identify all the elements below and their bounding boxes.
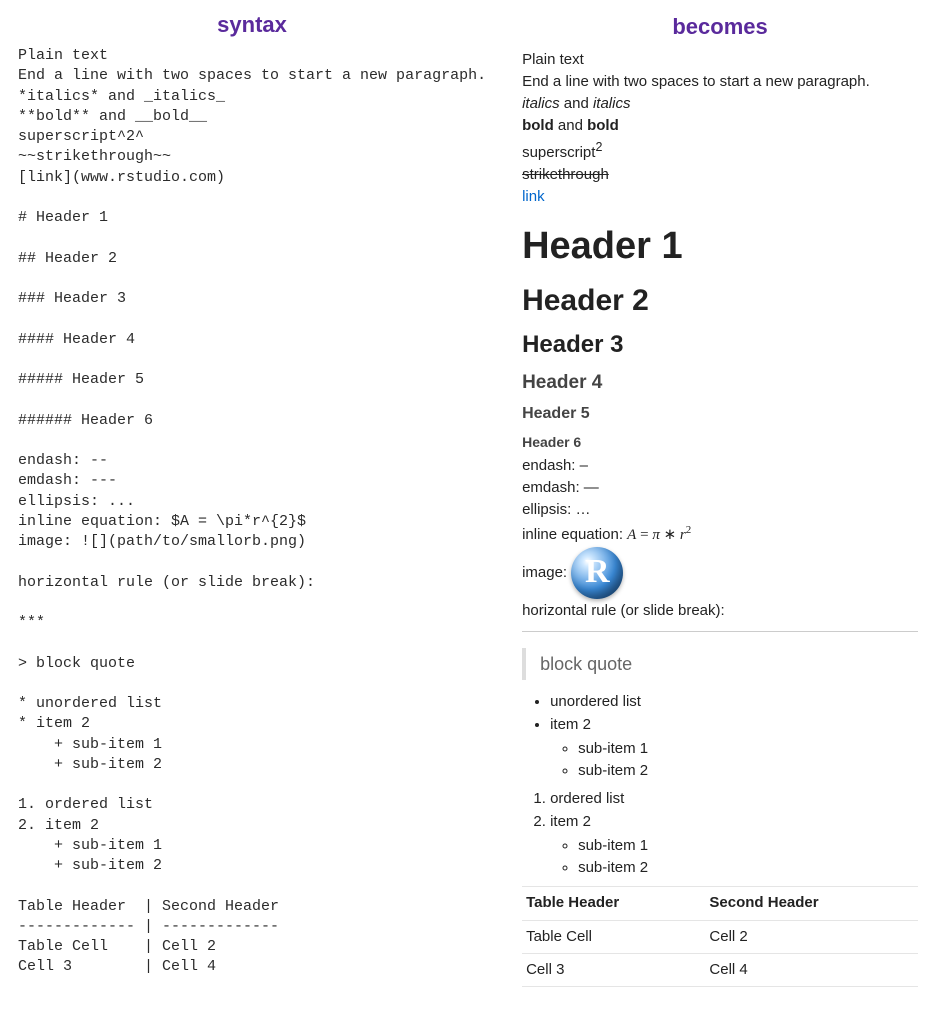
table-cell: Cell 4 [705, 953, 918, 986]
rendered-link[interactable]: link [522, 188, 545, 205]
table-row: Table Cell Cell 2 [522, 920, 918, 953]
link-line: link [522, 187, 918, 207]
ellipsis-line: ellipsis: … [522, 500, 918, 520]
table-header-row: Table Header Second Header [522, 887, 918, 920]
list-item: item 2 sub-item 1 sub-item 2 [550, 715, 918, 782]
syntax-code-block: Plain text End a line with two spaces to… [18, 46, 486, 978]
horizontal-rule [522, 631, 918, 632]
emdash-line: emdash: — [522, 478, 918, 498]
endash-line: endash: – [522, 456, 918, 476]
bold-line: bold and bold [522, 116, 918, 136]
header-4: Header 4 [522, 370, 918, 396]
list-item: sub-item 1 [578, 836, 918, 856]
equation: A = π ∗ r2 [627, 527, 691, 543]
italics-word-1: italics [522, 95, 560, 112]
ordered-list: ordered list item 2 sub-item 1 sub-item … [522, 789, 918, 878]
superscript-value: 2 [595, 140, 602, 154]
rendered-column: becomes Plain text End a line with two s… [504, 0, 936, 1026]
header-1: Header 1 [522, 221, 918, 272]
list-item: sub-item 2 [578, 858, 918, 878]
rendered-table: Table Header Second Header Table Cell Ce… [522, 886, 918, 987]
unordered-list: unordered list item 2 sub-item 1 sub-ite… [522, 692, 918, 781]
plain-text-line1: Plain text [522, 50, 918, 70]
image-line: image: R [522, 547, 918, 599]
horizontal-rule-label: horizontal rule (or slide break): [522, 601, 918, 621]
ordered-sublist: sub-item 1 sub-item 2 [550, 836, 918, 879]
rendered-title: becomes [522, 12, 918, 42]
table-cell: Table Cell [522, 920, 705, 953]
inline-equation-line: inline equation: A = π ∗ r2 [522, 523, 918, 545]
header-2: Header 2 [522, 281, 918, 322]
list-item: unordered list [550, 692, 918, 712]
table-cell: Cell 3 [522, 953, 705, 986]
table-cell: Cell 2 [705, 920, 918, 953]
r-logo-icon: R [571, 547, 623, 599]
list-item: item 2 sub-item 1 sub-item 2 [550, 812, 918, 879]
superscript-line: superscript2 [522, 139, 918, 163]
header-6: Header 6 [522, 433, 918, 452]
list-item: sub-item 1 [578, 739, 918, 759]
table-header: Second Header [705, 887, 918, 920]
header-5: Header 5 [522, 403, 918, 425]
bold-word-2: bold [587, 117, 619, 134]
strikethrough-line: strikethrough [522, 165, 918, 185]
table-row: Cell 3 Cell 4 [522, 953, 918, 986]
plain-text-line2: End a line with two spaces to start a ne… [522, 72, 918, 92]
header-3: Header 3 [522, 329, 918, 361]
syntax-title: syntax [18, 12, 486, 38]
block-quote: block quote [522, 648, 918, 680]
unordered-sublist: sub-item 1 sub-item 2 [550, 739, 918, 782]
italics-line: italics and italics [522, 94, 918, 114]
syntax-column: syntax Plain text End a line with two sp… [0, 0, 504, 1026]
bold-word-1: bold [522, 117, 554, 134]
list-item: sub-item 2 [578, 761, 918, 781]
list-item: ordered list [550, 789, 918, 809]
italics-word-2: italics [593, 95, 631, 112]
table-header: Table Header [522, 887, 705, 920]
